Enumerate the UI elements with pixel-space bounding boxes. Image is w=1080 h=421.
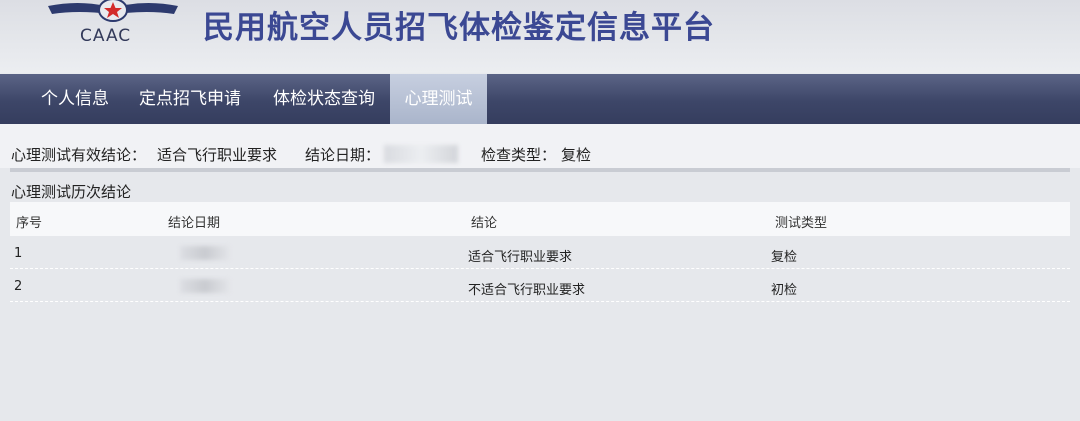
col-index: 序号 xyxy=(16,216,43,231)
nav-item-exam-status[interactable]: 体检状态查询 xyxy=(262,74,386,124)
logo-text: CAAC xyxy=(80,26,132,46)
section-divider xyxy=(10,168,1070,172)
col-type: 测试类型 xyxy=(775,216,828,231)
redacted-date xyxy=(180,246,230,260)
row-type: 复检 xyxy=(771,250,798,265)
nav-item-psych-test[interactable]: 心理测试 xyxy=(390,74,487,124)
col-conclusion: 结论 xyxy=(471,216,498,231)
nav-item-personal-info[interactable]: 个人信息 xyxy=(30,74,120,124)
table-header: 序号 结论日期 结论 测试类型 xyxy=(10,202,1070,236)
redacted-date xyxy=(384,144,458,163)
nav-item-recruit-application[interactable]: 定点招飞申请 xyxy=(128,74,252,124)
row-conclusion: 适合飞行职业要求 xyxy=(468,250,573,265)
psych-summary: 心理测试有效结论： 适合飞行职业要求 结论日期： 检查类型： 复检 xyxy=(0,124,1080,168)
row-index: 1 xyxy=(14,246,23,261)
row-index: 2 xyxy=(14,279,23,294)
date-label: 结论日期： xyxy=(305,146,381,164)
history-title: 心理测试历次结论 xyxy=(11,183,132,201)
table-row: 2 不适合飞行职业要求 初检 xyxy=(10,269,1070,302)
table-row: 1 适合飞行职业要求 复检 xyxy=(10,236,1070,269)
history-table: 序号 结论日期 结论 测试类型 1 适合飞行职业要求 复检 2 不适合飞行职业要… xyxy=(10,202,1070,302)
site-header: CAAC 民用航空人员招飞体检鉴定信息平台 xyxy=(0,0,1080,74)
row-date xyxy=(180,246,230,264)
col-date: 结论日期 xyxy=(168,216,221,231)
row-conclusion: 不适合飞行职业要求 xyxy=(468,283,586,298)
conclusion-value: 适合飞行职业要求 xyxy=(157,146,278,164)
site-title: 民用航空人员招飞体检鉴定信息平台 xyxy=(203,10,715,46)
date-value xyxy=(384,144,458,163)
redacted-date xyxy=(180,279,230,293)
type-label: 检查类型： xyxy=(481,146,557,164)
row-date xyxy=(180,279,230,297)
main-nav: 个人信息 定点招飞申请 体检状态查询 心理测试 xyxy=(0,74,1080,124)
type-value: 复检 xyxy=(561,146,592,164)
conclusion-label: 心理测试有效结论： xyxy=(11,146,147,164)
row-type: 初检 xyxy=(771,283,798,298)
